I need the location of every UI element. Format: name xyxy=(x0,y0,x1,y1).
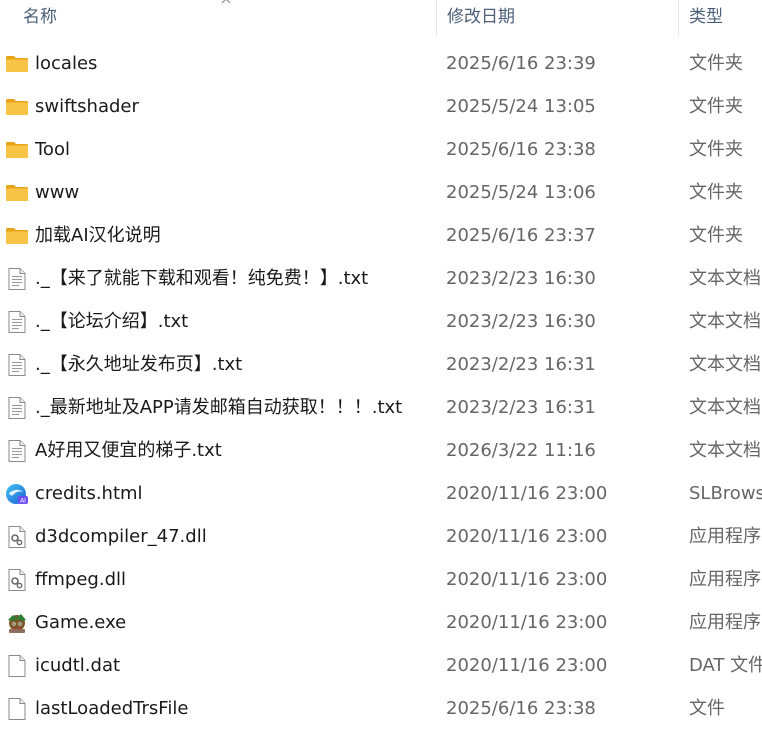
sort-ascending-icon xyxy=(221,0,231,4)
file-list: locales 2025/6/16 23:39 文件夹 swiftshader … xyxy=(0,42,762,730)
file-row[interactable]: locales 2025/6/16 23:39 文件夹 xyxy=(0,42,762,85)
text-file-icon xyxy=(5,439,29,463)
file-row[interactable]: ._【来了就能下载和观看！纯免费！】.txt 2023/2/23 16:30 文… xyxy=(0,257,762,300)
file-modified-date: 2025/5/24 13:05 xyxy=(446,96,596,117)
file-modified-date: 2023/2/23 16:30 xyxy=(446,311,596,332)
file-name: ._【论坛介绍】.txt xyxy=(35,311,189,332)
file-type: DAT 文件 xyxy=(689,655,762,676)
folder-icon xyxy=(5,138,29,162)
file-name: credits.html xyxy=(35,483,143,504)
dll-file-icon xyxy=(5,568,29,592)
file-type: SLBrowser xyxy=(689,483,762,504)
svg-text:AI: AI xyxy=(20,498,26,505)
file-name: ffmpeg.dll xyxy=(35,569,127,590)
file-name: 加载AI汉化说明 xyxy=(35,225,161,246)
file-row[interactable]: icudtl.dat 2020/11/16 23:00 DAT 文件 xyxy=(0,644,762,687)
file-type: 文件夹 xyxy=(689,96,743,117)
file-name: ._最新地址及APP请发邮箱自动获取！！！.txt xyxy=(35,397,403,418)
file-type: 文本文档 xyxy=(689,354,761,375)
file-modified-date: 2025/6/16 23:38 xyxy=(446,698,596,719)
file-type: 文本文档 xyxy=(689,311,761,332)
file-row[interactable]: swiftshader 2025/5/24 13:05 文件夹 xyxy=(0,85,762,128)
folder-icon xyxy=(5,181,29,205)
column-header: 名称 修改日期 类型 xyxy=(0,0,762,36)
file-name: swiftshader xyxy=(35,96,139,117)
blank-file-icon xyxy=(5,654,29,678)
file-name: locales xyxy=(35,53,98,74)
text-file-icon xyxy=(5,396,29,420)
file-type: 应用程序 xyxy=(689,612,761,633)
file-modified-date: 2020/11/16 23:00 xyxy=(446,483,608,504)
file-modified-date: 2020/11/16 23:00 xyxy=(446,655,608,676)
file-modified-date: 2025/6/16 23:37 xyxy=(446,225,596,246)
text-file-icon xyxy=(5,353,29,377)
file-row[interactable]: www 2025/5/24 13:06 文件夹 xyxy=(0,171,762,214)
file-name: www xyxy=(35,182,80,203)
file-name: Game.exe xyxy=(35,612,127,633)
file-row[interactable]: ._【永久地址发布页】.txt 2023/2/23 16:31 文本文档 xyxy=(0,343,762,386)
file-type: 文件 xyxy=(689,698,725,719)
file-name: Tool xyxy=(35,139,70,160)
file-row[interactable]: d3dcompiler_47.dll 2020/11/16 23:00 应用程序… xyxy=(0,515,762,558)
folder-icon xyxy=(5,224,29,248)
file-type: 应用程序扩展 xyxy=(689,526,762,547)
file-name: lastLoadedTrsFile xyxy=(35,698,189,719)
file-name: icudtl.dat xyxy=(35,655,121,676)
file-type: 文件夹 xyxy=(689,139,743,160)
file-row[interactable]: ._【论坛介绍】.txt 2023/2/23 16:30 文本文档 xyxy=(0,300,762,343)
file-row[interactable]: ffmpeg.dll 2020/11/16 23:00 应用程序扩展 xyxy=(0,558,762,601)
name-column-header[interactable]: 名称 xyxy=(23,0,57,36)
file-modified-date: 2026/3/22 11:16 xyxy=(446,440,596,461)
text-file-icon xyxy=(5,310,29,334)
file-row[interactable]: lastLoadedTrsFile 2025/6/16 23:38 文件 xyxy=(0,687,762,730)
text-file-icon xyxy=(5,267,29,291)
file-name: ._【永久地址发布页】.txt xyxy=(35,354,243,375)
file-name: A好用又便宜的梯子.txt xyxy=(35,440,222,461)
blank-file-icon xyxy=(5,697,29,721)
file-modified-date: 2023/2/23 16:30 xyxy=(446,268,596,289)
dll-file-icon xyxy=(5,525,29,549)
file-modified-date: 2025/5/24 13:06 xyxy=(446,182,596,203)
browser-html-icon: AI xyxy=(5,482,29,506)
file-type: 文本文档 xyxy=(689,397,761,418)
date-column-header[interactable]: 修改日期 xyxy=(447,0,515,36)
file-explorer: 名称 修改日期 类型 locales 2025/6/16 23:39 文件夹 s… xyxy=(0,0,762,732)
file-type: 应用程序扩展 xyxy=(689,569,762,590)
type-column-header[interactable]: 类型 xyxy=(689,0,723,36)
file-type: 文件夹 xyxy=(689,53,743,74)
file-modified-date: 2025/6/16 23:39 xyxy=(446,53,596,74)
file-row[interactable]: AI credits.html 2020/11/16 23:00 SLBrows… xyxy=(0,472,762,515)
file-name: d3dcompiler_47.dll xyxy=(35,526,207,547)
file-modified-date: 2020/11/16 23:00 xyxy=(446,569,608,590)
file-type: 文本文档 xyxy=(689,268,761,289)
file-row[interactable]: A好用又便宜的梯子.txt 2026/3/22 11:16 文本文档 xyxy=(0,429,762,472)
file-modified-date: 2020/11/16 23:00 xyxy=(446,612,608,633)
file-row[interactable]: ._最新地址及APP请发邮箱自动获取！！！.txt 2023/2/23 16:3… xyxy=(0,386,762,429)
column-divider[interactable] xyxy=(678,0,679,36)
file-row[interactable]: Tool 2025/6/16 23:38 文件夹 xyxy=(0,128,762,171)
folder-icon xyxy=(5,52,29,76)
file-row[interactable]: 加载AI汉化说明 2025/6/16 23:37 文件夹 xyxy=(0,214,762,257)
file-modified-date: 2025/6/16 23:38 xyxy=(446,139,596,160)
file-type: 文本文档 xyxy=(689,440,761,461)
column-divider[interactable] xyxy=(436,0,437,36)
folder-icon xyxy=(5,95,29,119)
file-name: ._【来了就能下载和观看！纯免费！】.txt xyxy=(35,268,369,289)
file-modified-date: 2020/11/16 23:00 xyxy=(446,526,608,547)
file-type: 文件夹 xyxy=(689,225,743,246)
file-row[interactable]: Game.exe 2020/11/16 23:00 应用程序 xyxy=(0,601,762,644)
game-exe-icon xyxy=(5,611,29,635)
file-modified-date: 2023/2/23 16:31 xyxy=(446,397,596,418)
file-modified-date: 2023/2/23 16:31 xyxy=(446,354,596,375)
file-type: 文件夹 xyxy=(689,182,743,203)
